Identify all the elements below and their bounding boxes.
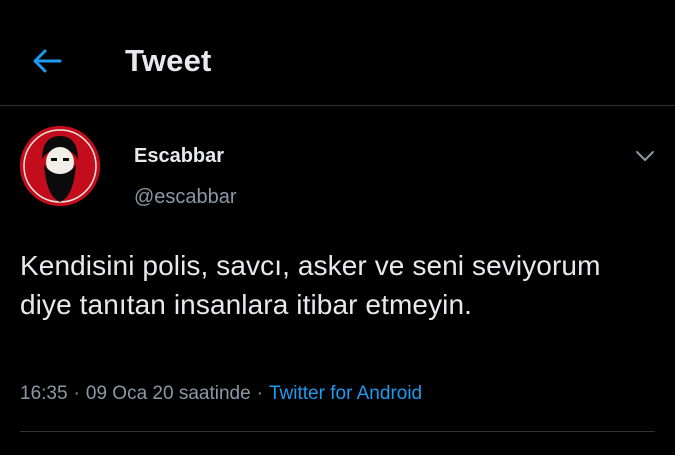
- arrow-left-icon: [33, 49, 62, 73]
- avatar[interactable]: [20, 126, 100, 206]
- page-title: Tweet: [125, 43, 212, 78]
- tweet-menu-button[interactable]: [630, 144, 660, 168]
- tweet-time: 16:35: [20, 383, 68, 404]
- tweet-text: Kendisini polis, savcı, asker ve seni se…: [20, 250, 601, 320]
- meta-separator: ·: [256, 383, 263, 404]
- divider: [20, 431, 655, 432]
- tweet-source-link[interactable]: Twitter for Android: [269, 383, 422, 404]
- author-handle[interactable]: @escabbar: [134, 186, 237, 209]
- chevron-down-icon: [636, 151, 654, 161]
- back-button[interactable]: [26, 40, 68, 82]
- profile-portrait-icon: [20, 126, 100, 206]
- tweet-date: 09 Oca 20 saatinde: [85, 383, 251, 404]
- meta-separator: ·: [73, 383, 80, 404]
- author-name[interactable]: Escabbar: [134, 145, 224, 168]
- top-bar: Tweet: [0, 0, 675, 106]
- tweet-meta: 16:35 · 09 Oca 20 saatinde · Twitter for And…: [20, 383, 422, 405]
